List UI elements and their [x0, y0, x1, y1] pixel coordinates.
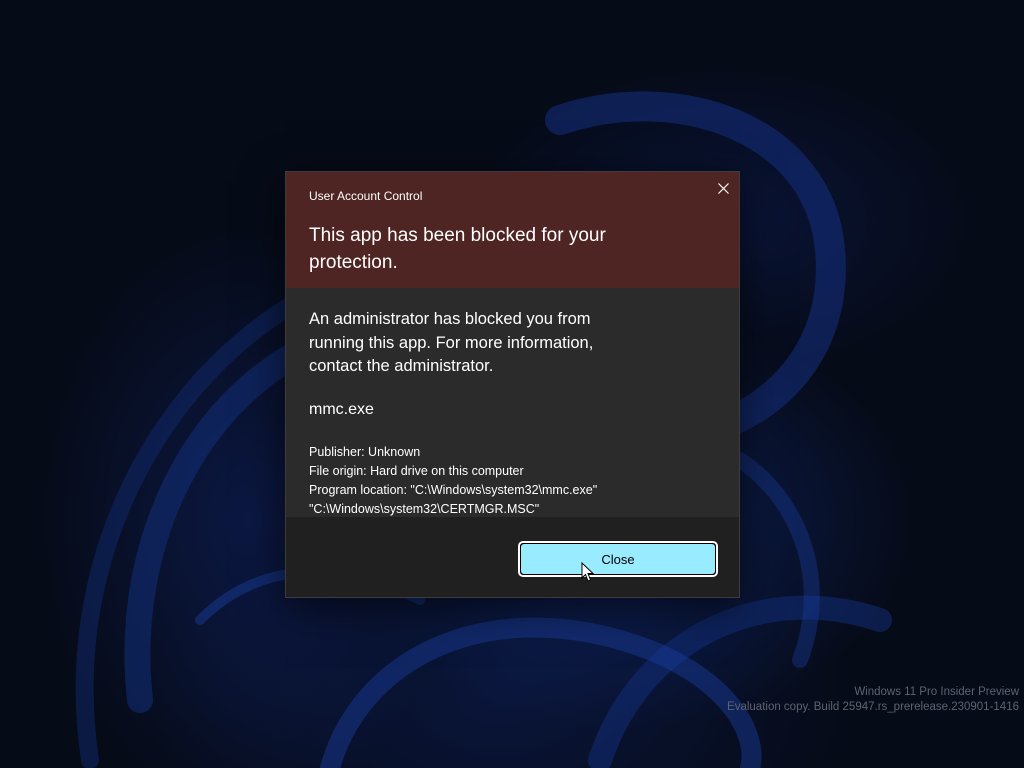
program-location-line: Program location: "C:\Windows\system32\m…: [309, 483, 598, 516]
publisher-line: Publisher: Unknown: [309, 445, 421, 459]
uac-body: An administrator has blocked you from ru…: [286, 288, 739, 517]
uac-footer: Close: [286, 517, 739, 597]
build-watermark: Windows 11 Pro Insider Preview Evaluatio…: [727, 685, 1019, 715]
program-name: mmc.exe: [309, 401, 374, 418]
uac-header: User Account Control This app has been b…: [286, 172, 739, 288]
close-button[interactable]: Close: [518, 541, 718, 577]
close-icon[interactable]: [709, 177, 737, 199]
dialog-caption: User Account Control: [309, 189, 423, 203]
file-origin-line: File origin: Hard drive on this computer: [309, 464, 524, 478]
program-details: Publisher: Unknown File origin: Hard dri…: [309, 443, 724, 519]
watermark-build: Evaluation copy. Build 25947.rs_prerelea…: [727, 701, 1019, 713]
uac-dialog: User Account Control This app has been b…: [285, 171, 740, 598]
watermark-edition: Windows 11 Pro Insider Preview: [854, 686, 1019, 698]
close-button-label: Close: [521, 544, 715, 574]
dialog-title: This app has been blocked for your prote…: [309, 225, 606, 273]
close-x-glyph: [717, 182, 729, 194]
block-message: An administrator has blocked you from ru…: [309, 310, 594, 375]
